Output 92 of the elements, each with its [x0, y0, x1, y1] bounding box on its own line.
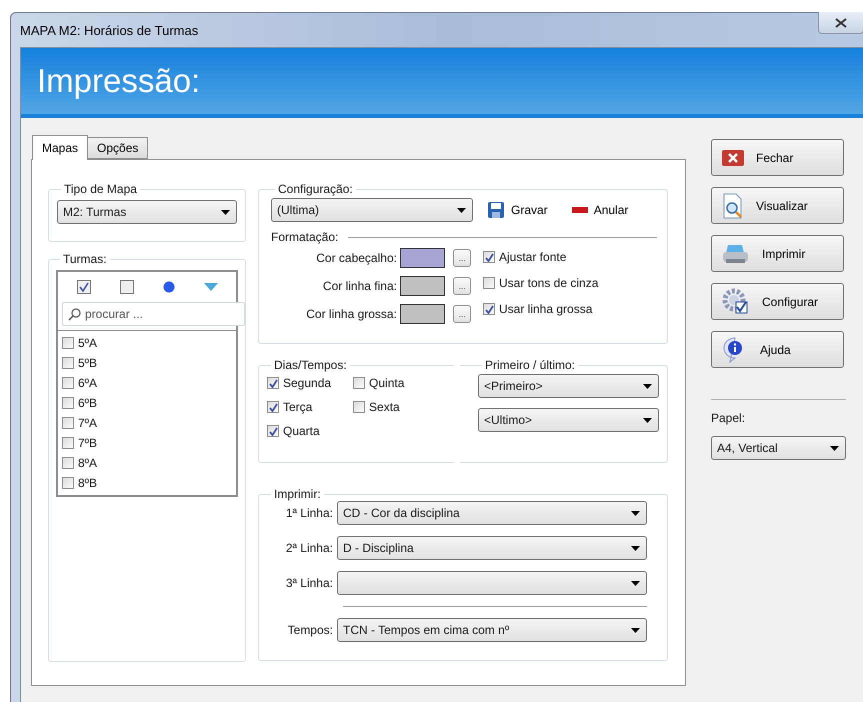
checkbox[interactable]: [267, 401, 279, 413]
times-label: Tempos:: [286, 623, 333, 637]
checkbox[interactable]: [483, 303, 495, 315]
search-field[interactable]: procurar ...: [62, 302, 245, 326]
triangle-icon[interactable]: [204, 283, 218, 291]
color-picker-button[interactable]: ...: [453, 305, 471, 323]
caret-icon: [830, 446, 839, 450]
checkbox[interactable]: [483, 251, 495, 263]
dot-icon[interactable]: [162, 281, 174, 293]
checkbox-label: Usar tons de cinza: [499, 276, 598, 290]
line-dropdown[interactable]: CD - Cor da disciplina: [337, 501, 647, 525]
group-label: Turmas:: [62, 252, 108, 266]
window-title: MAPA M2: Horários de Turmas: [20, 22, 198, 38]
magnifier-document-icon: [722, 192, 744, 218]
section-label: Formatação:: [271, 230, 338, 244]
close-button[interactable]: [818, 12, 863, 34]
checkbox[interactable]: [62, 397, 74, 409]
checkbox-label: Sexta: [369, 400, 400, 414]
gear-check-icon: [722, 288, 750, 316]
group-label: Configuração:: [277, 182, 354, 196]
caret-icon: [631, 580, 640, 586]
group-label: Dias/Tempos:: [273, 358, 348, 372]
line-label: 1ª Linha:: [284, 506, 333, 520]
checkbox[interactable]: [267, 377, 279, 389]
action-button[interactable]: Configurar: [711, 283, 844, 320]
close-icon: [835, 18, 847, 28]
checkbox-label: Terça: [283, 400, 312, 414]
group-label: Tipo de Mapa: [63, 182, 138, 196]
line-label: 2ª Linha:: [284, 541, 333, 555]
checkbox-label: 8ºA: [78, 456, 98, 470]
checkbox[interactable]: [62, 377, 74, 389]
cancel-button[interactable]: Anular: [572, 203, 628, 217]
checkbox-label: 7ºB: [78, 436, 98, 450]
checked-box-icon[interactable]: [76, 280, 90, 294]
checkbox[interactable]: [62, 437, 74, 449]
checkbox-label: Quinta: [369, 376, 404, 390]
group-label: Imprimir:: [273, 487, 322, 501]
action-button[interactable]: Fechar: [711, 139, 844, 176]
color-label: Cor linha grossa:: [305, 307, 397, 321]
paper-dropdown[interactable]: A4, Vertical: [711, 436, 846, 460]
color-picker-button[interactable]: ...: [453, 277, 471, 295]
save-button[interactable]: Gravar: [487, 201, 548, 219]
tab[interactable]: Mapas: [32, 135, 88, 160]
printer-icon: [722, 242, 750, 264]
action-button[interactable]: Imprimir: [711, 235, 844, 272]
configuration-dropdown[interactable]: (Ultima): [271, 198, 473, 222]
action-button[interactable]: Ajuda: [711, 331, 844, 368]
checkbox-label: 6ºB: [78, 396, 98, 410]
caret-icon: [631, 628, 640, 632]
checkbox[interactable]: [353, 377, 366, 389]
last-dropdown[interactable]: <Ultimo>: [478, 408, 659, 432]
caret-icon: [643, 384, 652, 388]
caret-icon: [631, 546, 640, 550]
line-dropdown[interactable]: [337, 571, 647, 595]
tab[interactable]: Opções: [87, 137, 148, 159]
checkbox[interactable]: [62, 417, 74, 429]
line-dropdown[interactable]: D - Disciplina: [337, 536, 647, 560]
empty-box-icon[interactable]: [120, 280, 134, 294]
color-label: Cor linha fina:: [322, 279, 397, 293]
checkbox[interactable]: [62, 457, 74, 469]
group-label: Primeiro / último:: [484, 358, 576, 372]
checkbox[interactable]: [62, 357, 74, 369]
search-icon: [68, 308, 81, 321]
checkbox-label: Ajustar fonte: [499, 250, 566, 264]
close-icon: [722, 150, 744, 166]
checkbox-label: Quarta: [283, 424, 320, 438]
checkbox[interactable]: [62, 337, 74, 349]
caret-icon: [221, 210, 230, 214]
caret-icon: [643, 418, 652, 422]
color-picker-button[interactable]: ...: [453, 249, 471, 267]
caret-icon: [631, 510, 640, 516]
checkbox[interactable]: [267, 425, 279, 437]
action-button[interactable]: Visualizar: [711, 187, 844, 224]
checkbox[interactable]: [483, 277, 495, 289]
caret-icon: [457, 208, 466, 212]
banner-title: Impressão:: [37, 62, 200, 100]
paper-label: Papel:: [711, 411, 746, 425]
checkbox-label: 5ºB: [78, 356, 98, 370]
map-type-dropdown[interactable]: M2: Turmas: [57, 200, 237, 224]
checkbox-label: 5ºA: [78, 336, 98, 350]
first-dropdown[interactable]: <Primeiro>: [478, 374, 659, 398]
line-label: 3ª Linha:: [284, 576, 333, 590]
checkbox-label: 8ºB: [78, 476, 98, 490]
checkbox-label: 7ºA: [78, 416, 98, 430]
checkbox[interactable]: [353, 401, 366, 413]
times-dropdown[interactable]: TCN - Tempos em cima com nº: [337, 618, 647, 642]
checkbox-label: Segunda: [283, 376, 332, 390]
color-label: Cor cabeçalho:: [315, 251, 397, 265]
checkbox-label: Usar linha grossa: [499, 302, 592, 316]
checkbox[interactable]: [62, 477, 74, 489]
minus-icon: [572, 207, 588, 213]
checkbox-label: 6ºA: [78, 376, 98, 390]
